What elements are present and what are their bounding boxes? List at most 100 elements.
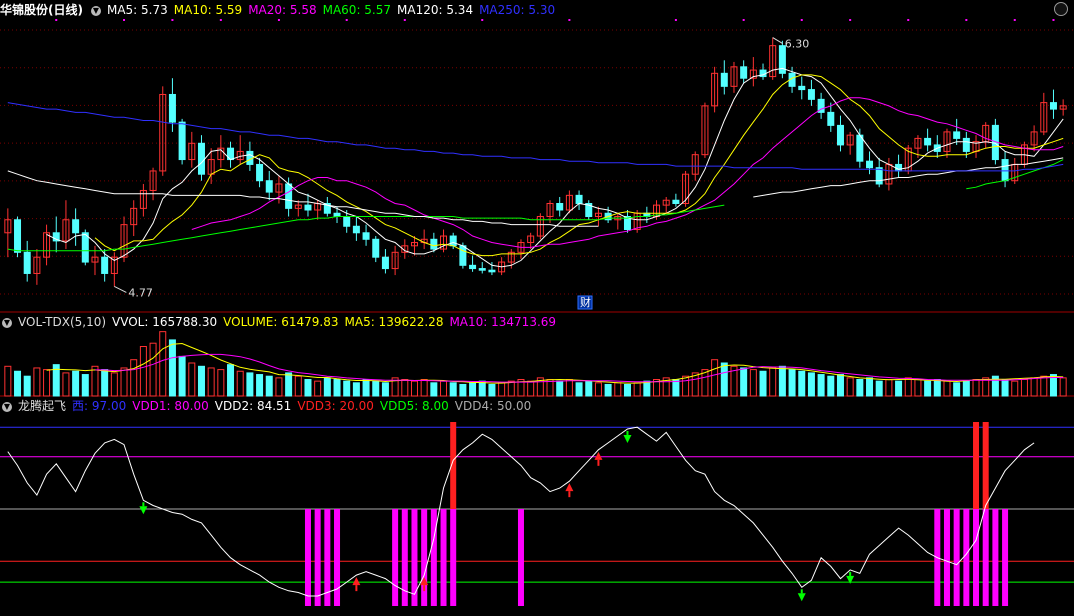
indicator-panel-header: ▼ 龙腾起飞 西: 97.00 VDD1: 80.00 VDD2: 84.51 VDD3:… [0, 398, 543, 414]
candle-body [459, 245, 467, 266]
chart-canvas: 6.30 4.77 财 [0, 19, 1074, 606]
signal-dot [674, 19, 677, 21]
signal-bar [1002, 509, 1009, 606]
sell-arrow-icon [139, 506, 148, 515]
volume-bar [62, 372, 70, 397]
volume-bar [1040, 375, 1048, 397]
ma-legend-item: MA250: 5.30 [479, 3, 556, 17]
volume-bar [459, 383, 467, 397]
volume-legend-item: MA5: 139622.28 [344, 315, 444, 329]
volume-bar [285, 372, 293, 397]
signal-bar [440, 509, 447, 606]
volume-bar [304, 379, 312, 397]
volume-bar [1011, 380, 1019, 397]
volume-bar [149, 342, 157, 397]
candle-body [672, 199, 680, 204]
volume-panel-header: ▼ VOL-TDX(5,10) VVOL: 165788.30 VOLUME: 614… [0, 314, 568, 330]
volume-bar [1059, 377, 1067, 397]
main-panel-header: 华锦股份(日线) ▼ MA5: 5.73 MA10: 5.59 MA20: 5.58 MA… [0, 2, 567, 18]
volume-bar [43, 369, 51, 397]
high-label: 6.30 [785, 38, 810, 51]
volume-bar [633, 382, 641, 397]
candle-body [72, 219, 80, 234]
ma-legend-item: MA5: 5.73 [106, 3, 168, 17]
volume-bar [4, 365, 12, 397]
volume-bar [294, 375, 302, 397]
volume-bar [575, 382, 583, 397]
volume-bar [953, 382, 961, 397]
candle-body [836, 124, 844, 146]
volume-bar [159, 331, 167, 397]
volume-bar [904, 377, 912, 397]
volume-bar [885, 379, 893, 397]
signal-bar [450, 509, 457, 606]
volume-bar [778, 365, 786, 397]
indicator-name[interactable]: 龙腾起飞 [18, 399, 66, 413]
volume-bar [236, 370, 244, 397]
volume-bar [430, 382, 438, 397]
signal-bar [430, 509, 437, 606]
volume-bar [875, 380, 883, 397]
volume-bar [856, 379, 864, 397]
candle-body [168, 93, 176, 123]
volume-bar [333, 379, 341, 397]
chart-stage: 6.30 4.77 财 [0, 0, 1074, 613]
volume-bar [943, 380, 951, 397]
volume-bar [91, 365, 99, 397]
volume-indicator-name[interactable]: VOL-TDX(5,10) [18, 315, 106, 329]
indicator-legend-item: VDD4: 50.00 [454, 399, 532, 413]
indicator-legend: 西: 97.00 VDD1: 80.00 VDD2: 84.51 VDD3: 20.0… [72, 399, 537, 413]
dropdown-icon[interactable]: ▼ [2, 317, 12, 328]
dropdown-icon[interactable]: ▼ [2, 401, 12, 412]
sell-arrow-icon [623, 434, 632, 443]
signal-dot [849, 19, 852, 21]
volume-bar [381, 382, 389, 397]
volume-bar [788, 369, 796, 397]
volume-bar [866, 377, 874, 397]
ma-legend-item: MA20: 5.58 [248, 3, 317, 17]
dropdown-icon[interactable]: ▼ [90, 5, 101, 16]
volume-bar [488, 383, 496, 397]
low-label: 4.77 [128, 286, 153, 299]
candle-body [372, 238, 380, 258]
volume-bar [410, 380, 418, 397]
volume-bar [711, 359, 719, 397]
buy-arrow-icon [565, 483, 574, 492]
candle-body [469, 264, 477, 270]
volume-bar [817, 374, 825, 397]
candle-body [265, 180, 273, 193]
signal-dot [171, 19, 174, 21]
candle-body [430, 238, 438, 250]
buy-arrow-icon [352, 577, 361, 586]
volume-bar [682, 375, 690, 397]
volume-bar [807, 372, 815, 397]
candle-body [197, 142, 205, 175]
volume-bar [827, 375, 835, 397]
volume-bar [323, 377, 331, 397]
indicator-legend-item: 西: 97.00 [72, 399, 127, 413]
volume-bar [120, 367, 128, 397]
volume-bar [343, 380, 351, 397]
volume-bar [720, 362, 728, 397]
volume-bar [565, 379, 573, 397]
volume-bar [110, 372, 118, 397]
volume-bar [449, 382, 457, 397]
ma-legend-item: MA10: 5.59 [173, 3, 243, 17]
volume-bar [614, 382, 622, 397]
volume-bar [139, 346, 147, 397]
volume-bar [962, 380, 970, 397]
signal-bar [982, 509, 989, 606]
volume-bar [207, 367, 215, 397]
volume-ma10-line [95, 353, 1064, 383]
settings-icon[interactable] [1054, 2, 1068, 16]
high-marker [772, 37, 783, 44]
signal-bar [963, 509, 970, 606]
volume-bar [265, 375, 273, 397]
volume-bar [227, 364, 235, 397]
candle-body [246, 150, 254, 165]
candle-body [14, 219, 22, 253]
volume-bar [527, 380, 535, 397]
signal-dot [345, 19, 348, 21]
volume-bar [836, 374, 844, 397]
volume-bar [256, 374, 264, 397]
